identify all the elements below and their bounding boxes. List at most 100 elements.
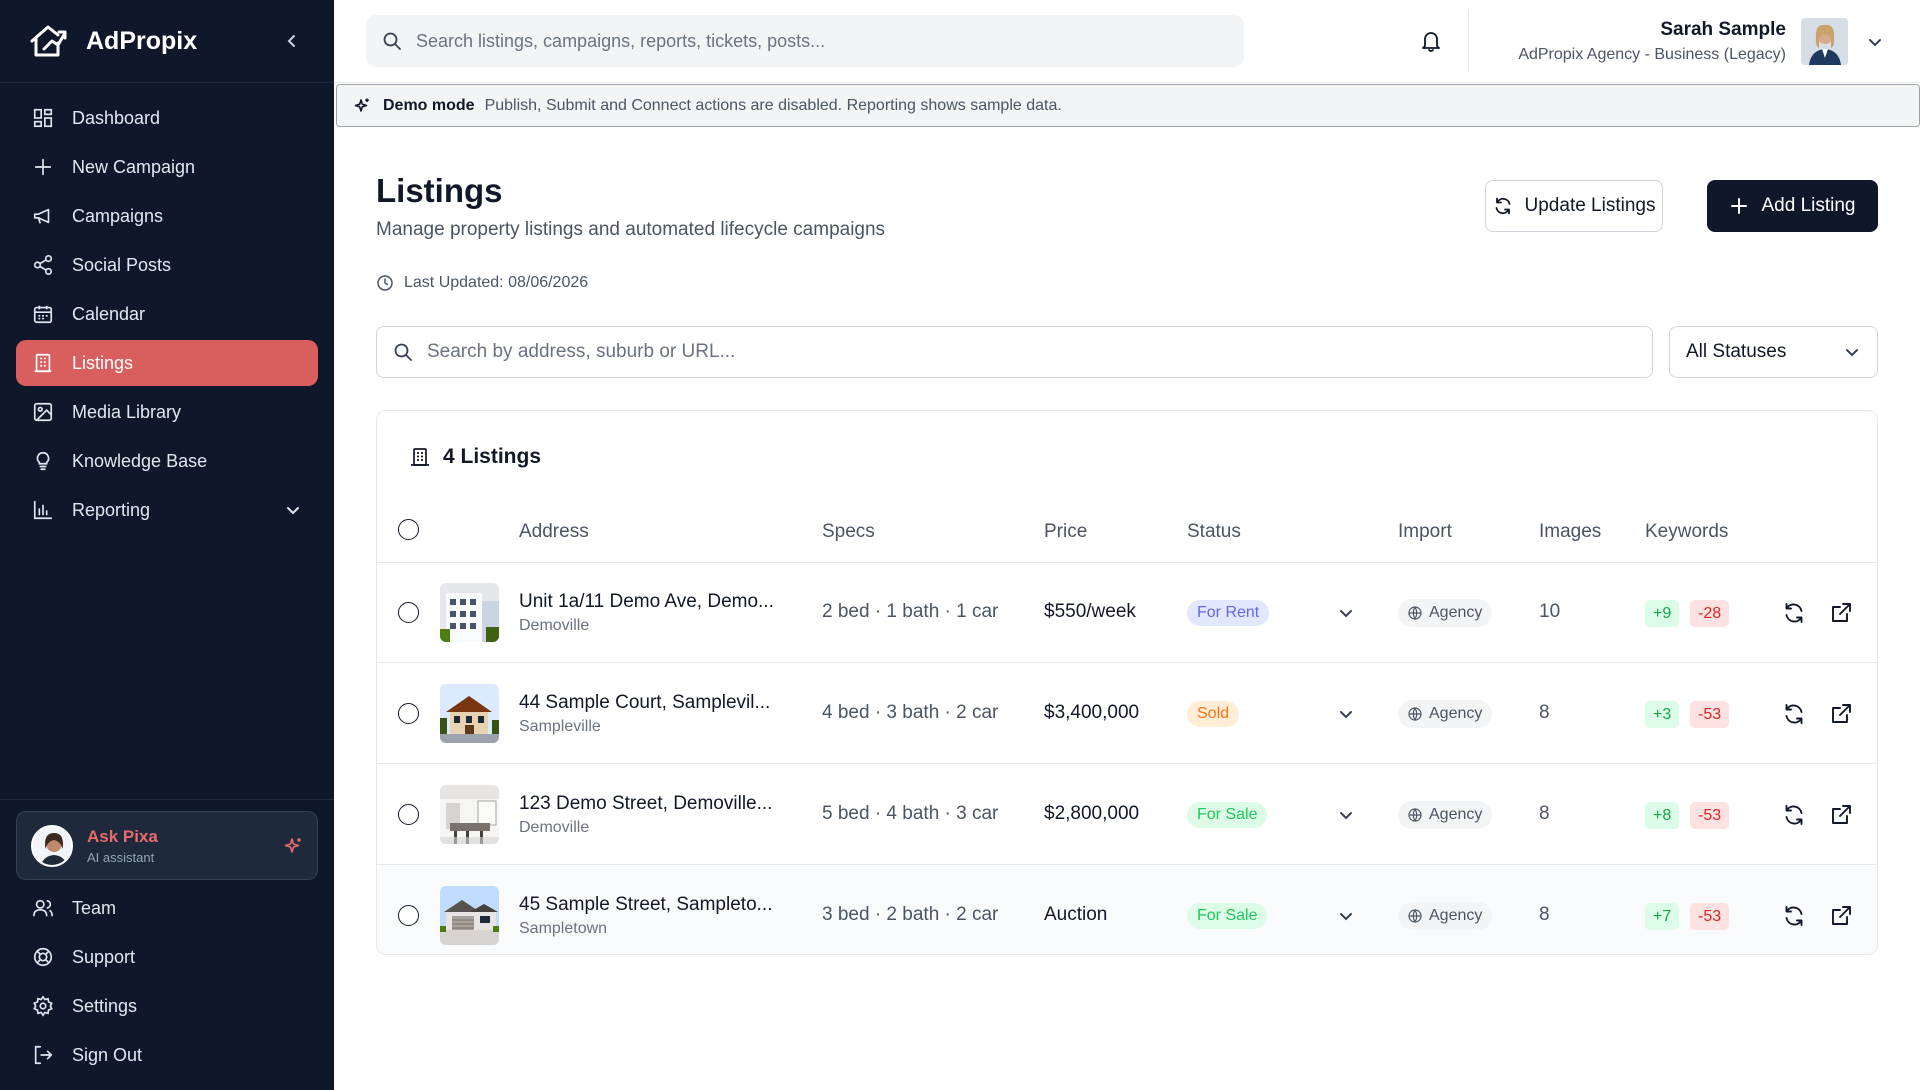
user-org: AdPropix Agency - Business (Legacy) [1518, 46, 1786, 63]
sidebar-item-sign-out[interactable]: Sign Out [16, 1032, 318, 1078]
external-link-icon[interactable] [1829, 601, 1853, 625]
dashboard-icon [33, 108, 53, 128]
sidebar-item-listings[interactable]: Listings [16, 340, 318, 386]
refresh-icon[interactable] [1782, 803, 1806, 827]
sidebar-nav: Dashboard New Campaign Campaigns Social … [0, 83, 334, 533]
listing-address[interactable]: 45 Sample Street, Sampleto... [519, 894, 772, 916]
sidebar-item-label: Sign Out [72, 1044, 143, 1065]
chevron-down-icon[interactable] [1337, 705, 1355, 723]
sidebar-item-media-library[interactable]: Media Library [16, 389, 318, 435]
row-checkbox[interactable] [398, 905, 419, 926]
column-header-price[interactable]: Price [1044, 521, 1087, 543]
keywords-negative: -28 [1690, 600, 1730, 627]
chevron-down-icon[interactable] [1337, 604, 1355, 622]
column-header-address[interactable]: Address [519, 521, 589, 543]
row-checkbox[interactable] [398, 703, 419, 724]
bar-chart-icon [33, 500, 53, 520]
bell-icon[interactable] [1418, 28, 1444, 54]
keywords-negative: -53 [1690, 701, 1730, 728]
image-count: 10 [1539, 601, 1561, 622]
import-badge: Agency [1398, 700, 1493, 728]
listings-card: 4 Listings Address Specs Price Status Im… [376, 410, 1878, 955]
table-row[interactable]: Unit 1a/11 Demo Ave, Demo... Demoville 2… [377, 563, 1877, 663]
external-link-icon[interactable] [1829, 702, 1853, 726]
sidebar-item-reporting[interactable]: Reporting [16, 487, 318, 533]
globe-icon [1408, 909, 1422, 923]
listing-suburb: Sampletown [519, 920, 608, 937]
topbar-divider [1468, 10, 1469, 72]
keywords-positive: +7 [1645, 903, 1680, 930]
column-header-keywords[interactable]: Keywords [1645, 521, 1728, 543]
listing-thumbnail[interactable] [440, 684, 499, 743]
listing-search[interactable] [376, 326, 1653, 378]
import-badge: Agency [1398, 599, 1493, 627]
external-link-icon[interactable] [1829, 904, 1853, 928]
listing-specs: 3 bed · 2 bath · 2 car [822, 904, 999, 925]
sidebar-item-settings[interactable]: Settings [16, 983, 318, 1029]
demo-mode-banner: Demo mode Publish, Submit and Connect ac… [336, 84, 1920, 127]
refresh-icon[interactable] [1782, 904, 1806, 928]
listing-price: $2,800,000 [1044, 803, 1140, 824]
sidebar-item-dashboard[interactable]: Dashboard [16, 95, 318, 141]
column-header-import[interactable]: Import [1398, 521, 1452, 543]
sidebar-item-social-posts[interactable]: Social Posts [16, 242, 318, 288]
collapse-sidebar-button[interactable] [278, 27, 306, 55]
sidebar-item-new-campaign[interactable]: New Campaign [16, 144, 318, 190]
sidebar-item-campaigns[interactable]: Campaigns [16, 193, 318, 239]
building-icon [411, 448, 429, 466]
listing-thumbnail[interactable] [440, 583, 499, 642]
refresh-icon[interactable] [1782, 601, 1806, 625]
listing-specs: 4 bed · 3 bath · 2 car [822, 702, 999, 723]
sidebar-item-team[interactable]: Team [16, 885, 318, 931]
sidebar-item-calendar[interactable]: Calendar [16, 291, 318, 337]
import-source: Agency [1429, 806, 1483, 823]
sidebar-item-label: Calendar [72, 303, 146, 324]
sidebar-item-label: Support [72, 946, 136, 967]
sidebar-item-label: Team [72, 897, 117, 918]
sidebar-item-knowledge-base[interactable]: Knowledge Base [16, 438, 318, 484]
chevron-left-icon [287, 35, 295, 47]
table-row[interactable]: 45 Sample Street, Sampleto... Sampletown… [377, 866, 1877, 954]
status-filter-select[interactable]: All Statuses [1669, 326, 1878, 378]
global-search[interactable] [366, 15, 1244, 67]
user-name: Sarah Sample [1660, 19, 1786, 40]
refresh-icon[interactable] [1782, 702, 1806, 726]
table-header: Address Specs Price Status Import Images… [377, 499, 1877, 563]
column-header-specs[interactable]: Specs [822, 521, 875, 543]
ask-pixa-button[interactable]: Ask Pixa AI assistant [16, 811, 318, 880]
table-row[interactable]: 123 Demo Street, Demoville... Demoville … [377, 765, 1877, 865]
sidebar-item-support[interactable]: Support [16, 934, 318, 980]
external-link-icon[interactable] [1829, 803, 1853, 827]
keywords-positive: +8 [1645, 802, 1680, 829]
listing-address[interactable]: 44 Sample Court, Samplevil... [519, 692, 770, 714]
image-count: 8 [1539, 904, 1550, 925]
listing-price: Auction [1044, 904, 1108, 925]
listing-search-input[interactable] [427, 341, 1607, 363]
clock-icon [377, 275, 393, 291]
megaphone-icon [33, 208, 50, 224]
status-badge: For Sale [1187, 903, 1268, 929]
column-header-status[interactable]: Status [1187, 521, 1241, 543]
update-listings-button[interactable]: Update Listings [1485, 180, 1663, 232]
table-row[interactable]: 44 Sample Court, Samplevil... Samplevill… [377, 664, 1877, 764]
last-updated: Last Updated: 08/06/2026 [376, 274, 588, 292]
row-checkbox[interactable] [398, 804, 419, 825]
import-badge: Agency [1398, 902, 1493, 930]
demo-mode-text: Publish, Submit and Connect actions are … [484, 96, 1062, 114]
sign-out-icon [34, 1045, 53, 1065]
select-all-checkbox[interactable] [398, 519, 419, 540]
listing-thumbnail[interactable] [440, 886, 499, 945]
chevron-down-icon[interactable] [1337, 907, 1355, 925]
import-source: Agency [1429, 604, 1483, 621]
add-listing-button[interactable]: Add Listing [1707, 180, 1878, 232]
user-menu[interactable]: Sarah Sample AdPropix Agency - Business … [1480, 0, 1920, 83]
listing-address[interactable]: 123 Demo Street, Demoville... [519, 793, 772, 815]
global-search-input[interactable] [416, 30, 1216, 52]
listing-address[interactable]: Unit 1a/11 Demo Ave, Demo... [519, 591, 774, 613]
column-header-images[interactable]: Images [1539, 521, 1601, 543]
chevron-down-icon [1846, 349, 1858, 357]
sidebar-item-label: Reporting [72, 499, 151, 520]
chevron-down-icon[interactable] [1337, 806, 1355, 824]
row-checkbox[interactable] [398, 602, 419, 623]
listing-thumbnail[interactable] [440, 785, 499, 844]
